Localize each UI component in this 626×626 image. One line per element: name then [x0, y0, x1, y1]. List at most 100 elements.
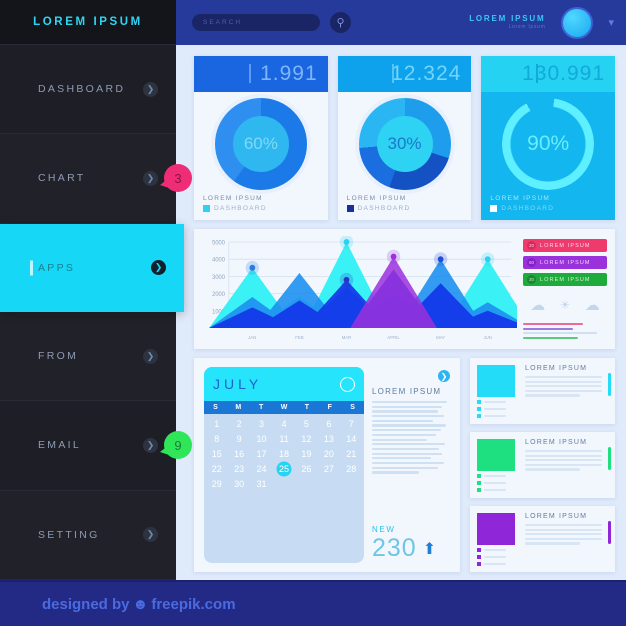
- chevron-right-icon: ❯: [151, 260, 166, 276]
- calendar-day[interactable]: 8: [206, 432, 227, 446]
- calendar-day[interactable]: 30: [228, 477, 249, 491]
- calendar-weekday: M: [235, 404, 242, 411]
- scrollbar[interactable]: [608, 446, 611, 471]
- sidebar-item-label: FROM: [38, 350, 79, 363]
- calendar-day[interactable]: 13: [318, 432, 339, 446]
- scrollbar[interactable]: [608, 520, 611, 545]
- legend-label: LOREM IPSUM: [540, 276, 591, 283]
- calendar-day[interactable]: 18: [273, 447, 294, 461]
- kpi-value: 1.991: [260, 62, 318, 85]
- sidebar-badge-chart: 3: [160, 164, 192, 193]
- legend-item[interactable]: 30 LOREM IPSUM: [523, 273, 607, 286]
- donut-chart: 30%: [338, 92, 472, 195]
- sidebar-item-setting[interactable]: SETTING ❯: [0, 490, 176, 580]
- mini-legend-item: [477, 562, 519, 566]
- footer-text-before: designed by: [42, 595, 130, 613]
- mini-legend-item: [477, 481, 519, 485]
- kpi-card[interactable]: 130.991 90% LOREM IPSUM DASHBOARD: [481, 56, 616, 220]
- user-info: LOREM IPSUM Lorem Ipsum: [469, 14, 545, 30]
- calendar-day[interactable]: 29: [206, 477, 227, 491]
- sidebar-item-from[interactable]: FROM ❯: [0, 311, 176, 402]
- mini-legend-item: [477, 474, 519, 478]
- kpi-card[interactable]: 12.324 30% LOREM IPSUM DASHBOARD: [337, 56, 472, 220]
- area-chart-svg: 10002000300040005000 JAN FEB MAR APRIL MAY JU…: [209, 236, 517, 340]
- calendar-day[interactable]: 15: [206, 447, 227, 461]
- kpi-tick: [392, 64, 395, 83]
- calendar-day[interactable]: 11: [273, 432, 294, 446]
- chart-legend: 20 LOREM IPSUM 60 LOREM IPSUM 30 LOREM I…: [523, 236, 607, 344]
- sidebar-item-label: EMAIL: [38, 439, 82, 452]
- calendar-header: JULY: [204, 367, 364, 401]
- kpi-percent: 30%: [376, 115, 433, 172]
- legend-item[interactable]: 60 LOREM IPSUM: [523, 256, 607, 269]
- mini-card[interactable]: LOREM IPSUM: [470, 432, 615, 498]
- search-placeholder: SEARCH: [203, 19, 243, 26]
- kpi-sublabel-row: DASHBOARD: [203, 205, 319, 212]
- chevron-right-icon[interactable]: ❯: [438, 370, 450, 382]
- calendar-day[interactable]: 17: [251, 447, 272, 461]
- mini-card-left: [477, 513, 519, 566]
- avatar[interactable]: [561, 6, 594, 39]
- calendar-day[interactable]: 26: [296, 462, 317, 476]
- sidebar-item-chart[interactable]: CHART ❯ 3: [0, 134, 192, 224]
- calendar-day[interactable]: 7: [341, 417, 362, 431]
- calendar-day[interactable]: 16: [228, 447, 249, 461]
- calendar-day[interactable]: 5: [296, 417, 317, 431]
- svg-text:MAY: MAY: [436, 335, 445, 340]
- calendar-day[interactable]: 20: [318, 447, 339, 461]
- text-line: [372, 457, 432, 460]
- circle-icon[interactable]: [340, 376, 355, 392]
- text-line: [372, 405, 443, 408]
- legend-label: LOREM IPSUM: [540, 259, 591, 266]
- sidebar-item-label: SETTING: [38, 528, 100, 541]
- scrollbar[interactable]: [608, 372, 611, 397]
- calendar-day[interactable]: 31: [251, 477, 272, 491]
- search-input[interactable]: SEARCH: [192, 14, 320, 31]
- mini-legend-item: [477, 400, 519, 404]
- calendar-day[interactable]: 9: [228, 432, 249, 446]
- sidebar-badge-email: 9: [160, 431, 192, 460]
- calendar-weekdays: SMTWTFS: [204, 401, 364, 414]
- calendar-day[interactable]: 10: [251, 432, 272, 446]
- calendar-day[interactable]: 2: [228, 417, 249, 431]
- calendar-day[interactable]: 22: [206, 462, 227, 476]
- calendar[interactable]: JULY SMTWTFS 1 2 3 4 5 6 7 8 9 10 11 12 13 14 15 16 17 18…: [204, 367, 364, 563]
- mini-card-column: LOREM IPSUM LOREM IPSUM LOREM IPSUM: [470, 358, 615, 572]
- kpi-label: LOREM IPSUM: [346, 195, 407, 202]
- calendar-day[interactable]: 4: [273, 417, 294, 431]
- sidebar-item-dashboard[interactable]: DASHBOARD ❯: [0, 45, 176, 135]
- kpi-card[interactable]: 1.991 60% LOREM IPSUM DASHBOARD: [194, 56, 328, 220]
- calendar-day[interactable]: 14: [341, 432, 362, 446]
- calendar-day[interactable]: 27: [318, 462, 339, 476]
- color-swatch: [477, 439, 515, 471]
- sidebar-item-apps[interactable]: APPS ❯: [0, 223, 184, 312]
- calendar-day[interactable]: 24: [251, 462, 272, 476]
- active-indicator: [30, 260, 33, 276]
- calendar-day[interactable]: 3: [251, 417, 272, 431]
- calendar-day[interactable]: 19: [296, 447, 317, 461]
- calendar-day[interactable]: 6: [318, 417, 339, 431]
- mini-card[interactable]: LOREM IPSUM: [470, 358, 615, 424]
- calendar-day[interactable]: 28: [341, 462, 362, 476]
- legend-item[interactable]: 20 LOREM IPSUM: [523, 239, 607, 252]
- search-icon[interactable]: ⚲: [330, 12, 351, 33]
- calendar-day[interactable]: 1: [206, 417, 227, 431]
- placeholder-text: [372, 401, 450, 521]
- kpi-sublabel-row: DASHBOARD: [346, 205, 463, 212]
- mini-card[interactable]: LOREM IPSUM: [470, 506, 615, 572]
- sidebar-item-email[interactable]: EMAIL ❯ 9: [0, 401, 192, 491]
- calendar-day[interactable]: 12: [296, 432, 317, 446]
- calendar-weekday: S: [213, 404, 218, 411]
- mini-card-left: [477, 439, 519, 492]
- weather-row: ☁ ☀ ☁: [523, 296, 607, 314]
- legend-number: 20: [527, 241, 536, 250]
- kpi-value: 12.324: [391, 62, 462, 85]
- calendar-day[interactable]: 25: [273, 462, 294, 476]
- area-chart[interactable]: 1000 2000 3000 4000 5000 JAN FEB MAR APRIL MAY JU…: [200, 236, 517, 344]
- calendar-days[interactable]: 1 2 3 4 5 6 7 8 9 10 11 12 13 14 15 16 17 18 19 20 21 22 23 24 2…: [204, 414, 364, 497]
- calendar-day[interactable]: 23: [228, 462, 249, 476]
- chevron-down-icon[interactable]: ▾: [608, 16, 614, 29]
- svg-text:MAR: MAR: [342, 335, 352, 340]
- calendar-day[interactable]: 21: [341, 447, 362, 461]
- text-line: [372, 447, 440, 451]
